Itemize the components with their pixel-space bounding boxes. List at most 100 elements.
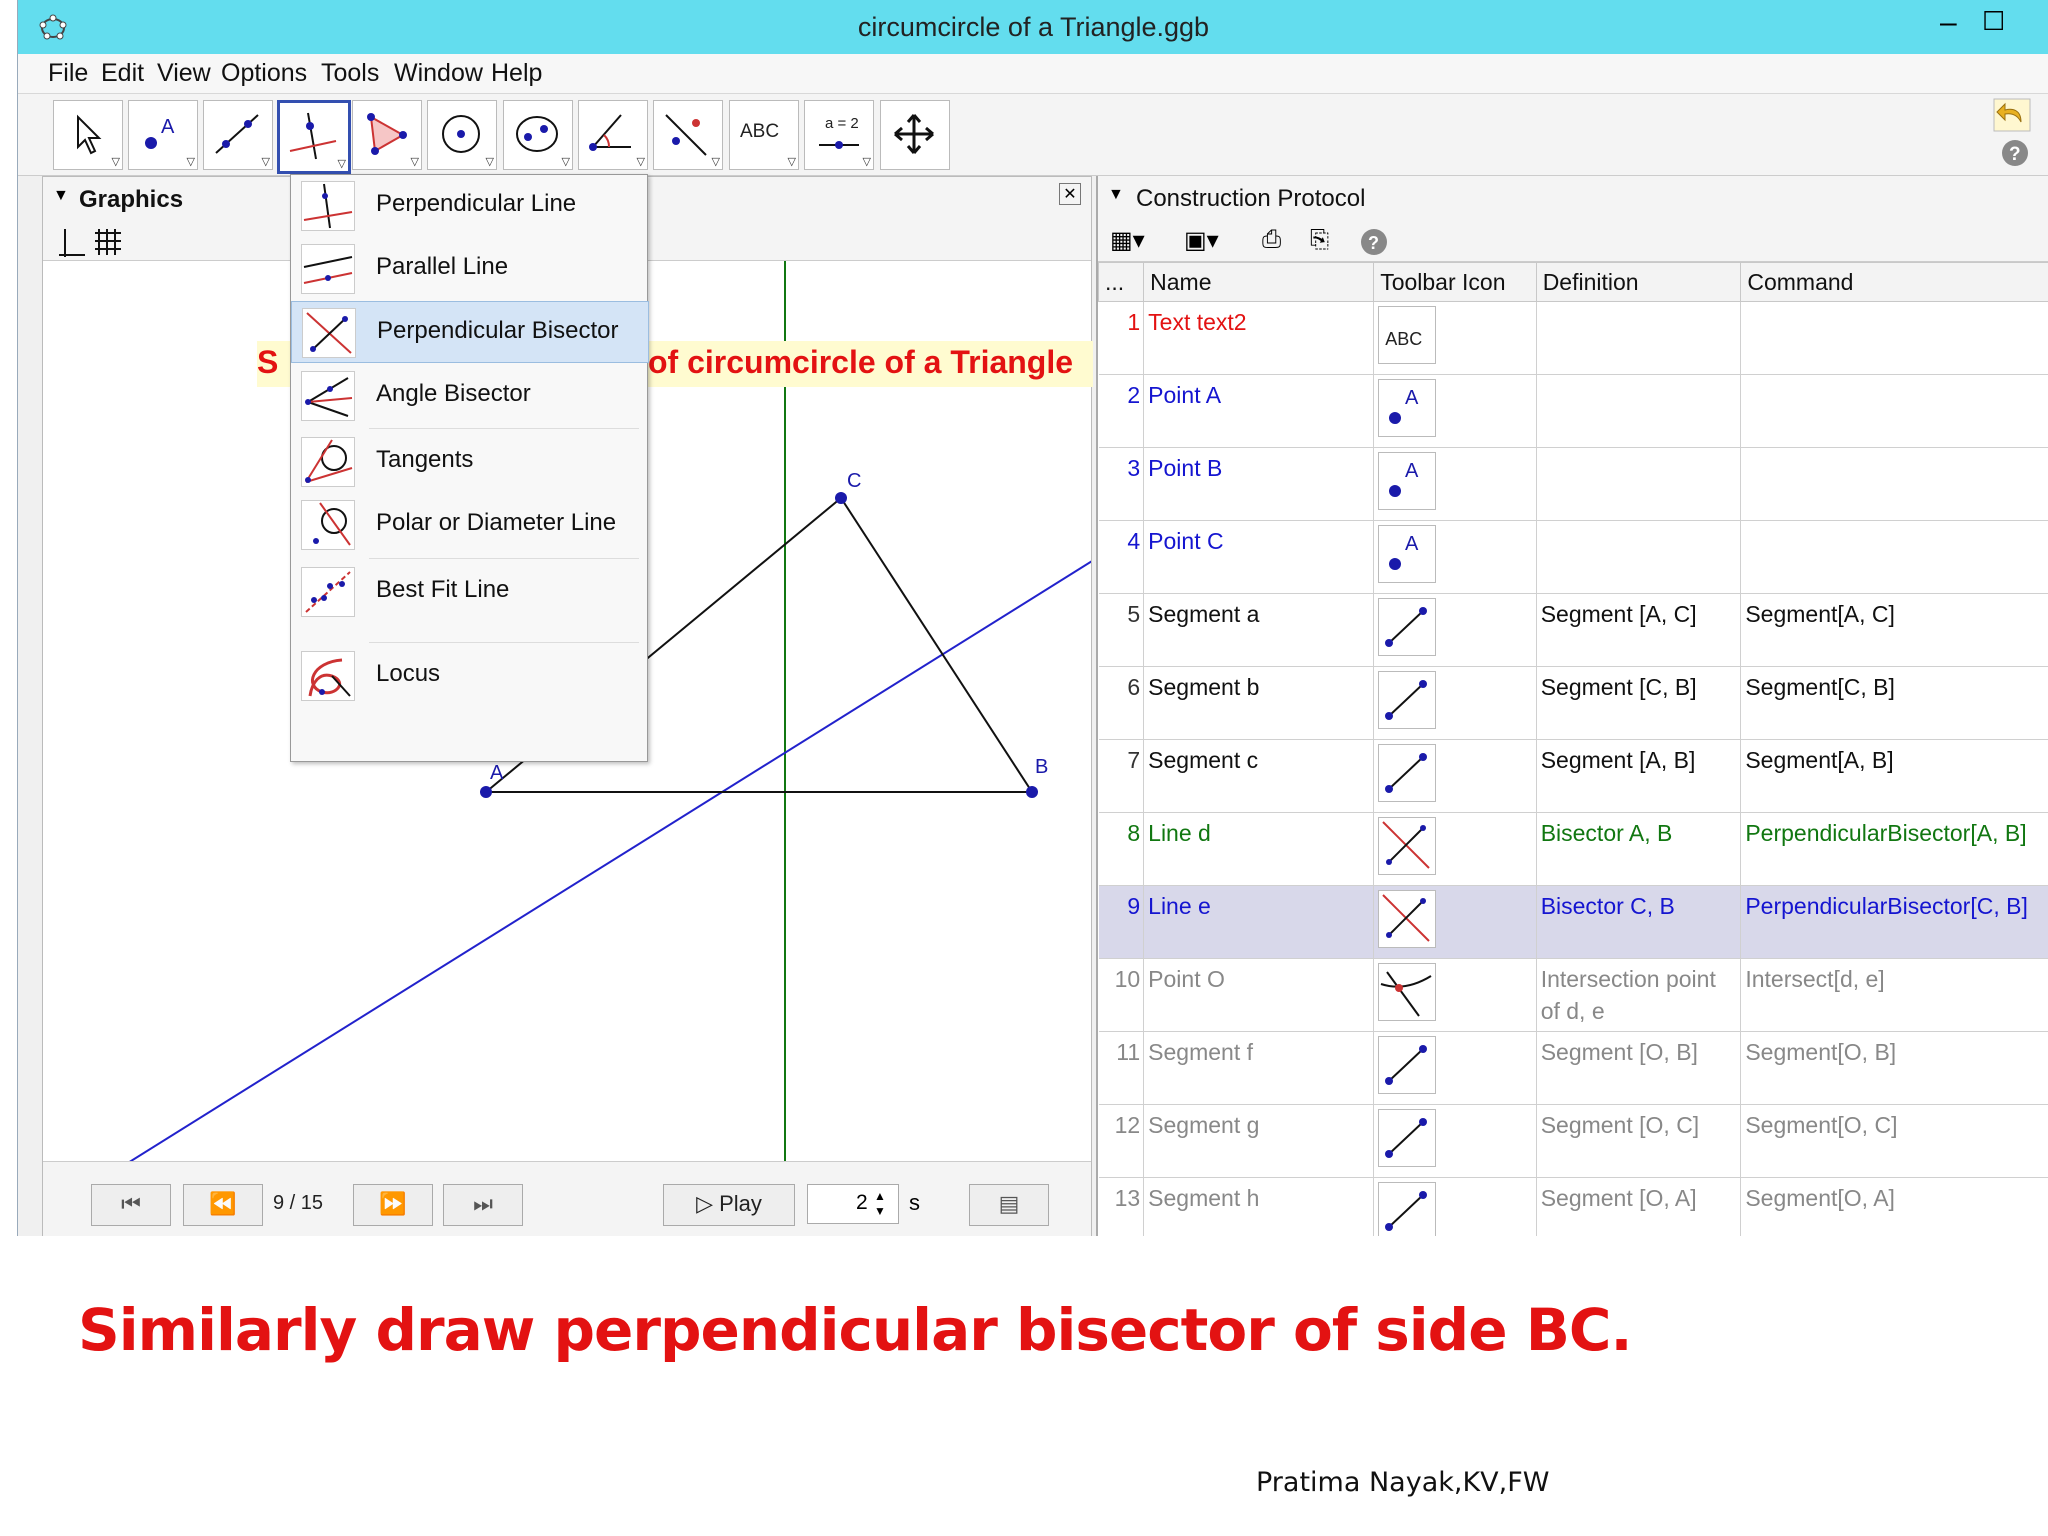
point-tool-button[interactable]: A ▽: [128, 100, 198, 170]
axes-toggle-icon[interactable]: [55, 227, 85, 257]
spinner-arrows-icon[interactable]: ▲ ▼: [874, 1189, 886, 1219]
text-icon: ABC: [1378, 306, 1437, 364]
grid-toggle-icon[interactable]: [93, 227, 123, 257]
slider-icon: [819, 141, 859, 149]
column-header[interactable]: ...: [1097, 262, 1145, 302]
dropdown-label: Locus: [376, 660, 441, 687]
point-b-label: B: [1035, 756, 1048, 778]
dropdown-item-locus[interactable]: Locus: [291, 645, 647, 705]
protocol-row[interactable]: 11 Segment f Segment [O, B] Segment[O, B]: [1098, 1031, 2048, 1105]
row-toolbar-icon-cell: [1373, 1177, 1537, 1236]
segment-icon: [1378, 744, 1437, 802]
maximize-button[interactable]: ☐: [1982, 6, 2005, 37]
point-c[interactable]: [835, 492, 847, 504]
move-view-tool-button[interactable]: [880, 100, 950, 170]
line-tool-button[interactable]: ▽: [203, 100, 273, 170]
menu-bar: File Edit View Options Tools Window Help: [18, 54, 2048, 94]
toolbar: ▽ A ▽ ▽ ▽ ▽ ▽ ▽ ▽ ▽ ABC ▽ a = 2 ▽ ?: [18, 94, 2048, 176]
text-tool-button[interactable]: ABC ▽: [729, 100, 799, 170]
play-bar: ⏮ ⏪ 9 / 15 ⏩ ⏭ ▷ Play 2 ▲ ▼ s ▤: [43, 1161, 1091, 1236]
move-tool-button[interactable]: ▽: [53, 100, 123, 170]
protocol-toggle-button[interactable]: ▤: [969, 1184, 1049, 1226]
protocol-row[interactable]: 10 Point O Intersection point of d, e Inter…: [1098, 958, 2048, 1032]
row-name: Segment g: [1143, 1104, 1375, 1178]
help-icon[interactable]: ?: [2000, 138, 2030, 168]
protocol-row[interactable]: 6 Segment b Segment [C, B] Segment[C, B]: [1098, 666, 2048, 740]
menu-help[interactable]: Help: [491, 59, 542, 88]
collapse-arrow-icon[interactable]: ▼: [53, 187, 69, 205]
protocol-row[interactable]: 1 Text text2 ABC: [1098, 301, 2048, 375]
menu-view[interactable]: View: [157, 59, 211, 88]
column-header[interactable]: Name: [1143, 262, 1375, 302]
column-header[interactable]: Toolbar Icon: [1373, 262, 1537, 302]
menu-edit[interactable]: Edit: [101, 59, 144, 88]
dropdown-item-angle-bisector[interactable]: Angle Bisector: [291, 365, 647, 425]
row-toolbar-icon-cell: [1373, 885, 1537, 959]
slider-tool-button[interactable]: a = 2 ▽: [804, 100, 874, 170]
menu-file[interactable]: File: [48, 59, 88, 88]
menu-window[interactable]: Window: [394, 59, 483, 88]
point-icon: A: [1378, 379, 1437, 437]
circle-tool-button[interactable]: ▽: [427, 100, 497, 170]
perpendicular-tool-button[interactable]: ▽: [277, 100, 351, 174]
previous-step-button[interactable]: ⏪: [183, 1184, 263, 1226]
protocol-row[interactable]: 4 Point C A: [1098, 520, 2048, 594]
next-step-button[interactable]: ⏩: [353, 1184, 433, 1226]
reflect-tool-button[interactable]: ▽: [653, 100, 723, 170]
column-header[interactable]: Command: [1740, 262, 2048, 302]
dropdown-label: Parallel Line: [376, 253, 509, 280]
print-preview-icon[interactable]: ⎘: [1310, 226, 1329, 254]
columns-icon[interactable]: ▦▾: [1110, 226, 1145, 255]
polar-line-icon: [301, 500, 355, 550]
row-toolbar-icon-cell: [1373, 593, 1537, 667]
column-header[interactable]: Definition: [1535, 262, 1742, 302]
row-number: 3: [1098, 447, 1145, 521]
row-number: 2: [1098, 374, 1145, 448]
protocol-row[interactable]: 3 Point B A: [1098, 447, 2048, 521]
polygon-tool-button[interactable]: ▽: [352, 100, 422, 170]
dropdown-item-perpendicular-bisector[interactable]: Perpendicular Bisector: [291, 301, 649, 363]
minimize-button[interactable]: –: [1940, 6, 1957, 40]
speed-spinner[interactable]: 2 ▲ ▼: [807, 1184, 899, 1224]
help-icon[interactable]: ?: [1360, 228, 1388, 256]
row-command: [1740, 520, 2048, 594]
protocol-row[interactable]: 2 Point A A: [1098, 374, 2048, 448]
last-step-button[interactable]: ⏭: [443, 1184, 523, 1226]
row-toolbar-icon-cell: A: [1373, 520, 1537, 594]
dropdown-item-polar-line[interactable]: Polar or Diameter Line: [291, 494, 647, 554]
point-b[interactable]: [1026, 786, 1038, 798]
protocol-row[interactable]: 13 Segment h Segment [O, A] Segment[O, A]: [1098, 1177, 2048, 1236]
protocol-row[interactable]: 8 Line d Bisector A, B PerpendicularBisecto…: [1098, 812, 2048, 886]
segment-b[interactable]: [840, 497, 1033, 793]
protocol-row[interactable]: 12 Segment g Segment [O, C] Segment[O, C]: [1098, 1104, 2048, 1178]
ellipse-tool-button[interactable]: ▽: [503, 100, 573, 170]
row-name: Point C: [1143, 520, 1375, 594]
protocol-row[interactable]: 9 Line e Bisector C, B PerpendicularBisecto…: [1098, 885, 2048, 959]
dropdown-item-best-fit-line[interactable]: Best Fit Line: [291, 561, 647, 621]
first-step-button[interactable]: ⏮: [91, 1184, 171, 1226]
options-icon[interactable]: ▣▾: [1184, 226, 1219, 255]
dropdown-item-perpendicular-line[interactable]: Perpendicular Line: [291, 175, 647, 235]
export-icon[interactable]: ⎙: [1262, 226, 1281, 254]
dropdown-item-parallel-line[interactable]: Parallel Line: [291, 238, 647, 298]
protocol-row[interactable]: 5 Segment a Segment [A, C] Segment[A, C]: [1098, 593, 2048, 667]
protocol-body: 1 Text text2 ABC 2 Point A A 3 Point B A 4 Point C…: [1098, 301, 2048, 1236]
menu-options[interactable]: Options: [221, 59, 307, 88]
row-name: Segment c: [1143, 739, 1375, 813]
menu-tools[interactable]: Tools: [321, 59, 379, 88]
parallel-line-icon: [301, 244, 355, 294]
row-command: Segment[A, B]: [1740, 739, 2048, 813]
point-a[interactable]: [480, 786, 492, 798]
protocol-row[interactable]: 7 Segment c Segment [A, B] Segment[A, B]: [1098, 739, 2048, 813]
play-button[interactable]: ▷ Play: [663, 1184, 795, 1226]
row-toolbar-icon-cell: [1373, 666, 1537, 740]
row-definition: Segment [C, B]: [1536, 666, 1742, 740]
angle-tool-button[interactable]: ▽: [578, 100, 648, 170]
row-command: PerpendicularBisector[A, B]: [1740, 812, 2048, 886]
collapse-arrow-icon[interactable]: ▼: [1108, 186, 1124, 204]
close-graphics-button[interactable]: ✕: [1059, 183, 1081, 205]
play-icon: ▷: [696, 1191, 720, 1216]
row-number: 13: [1098, 1177, 1145, 1236]
dropdown-item-tangents[interactable]: Tangents: [291, 431, 647, 491]
undo-icon[interactable]: [1993, 98, 2031, 132]
